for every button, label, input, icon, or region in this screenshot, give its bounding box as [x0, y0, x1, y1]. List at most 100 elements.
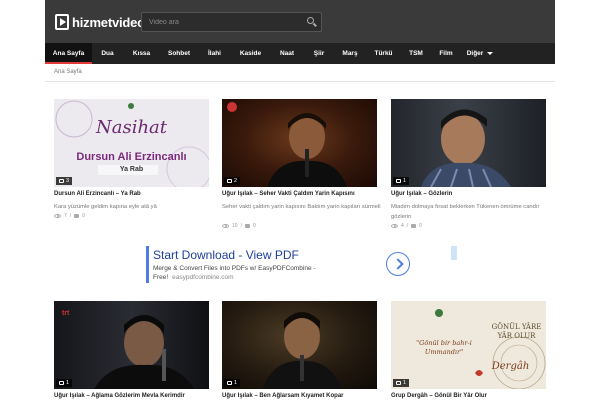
thumbnail-sub-text: Ya Rab — [119, 166, 144, 173]
video-card[interactable]: 1 Uğur Işılak – Gözlerin Miadım dolmaya … — [391, 99, 546, 234]
nav-label: Diğer — [466, 50, 484, 57]
nav-label: Film — [439, 50, 453, 57]
ad-url[interactable]: easypdfcombine.com — [172, 274, 233, 281]
thumbnail-script-text: Nasihat — [95, 117, 168, 138]
nav-item-kissa[interactable]: Kıssa — [123, 43, 160, 64]
nav-item-diger[interactable]: Diğer — [461, 43, 499, 64]
comment-count: 0 — [419, 223, 422, 229]
thumbnail-name-text: Dursun Ali Erzincanlı — [76, 151, 187, 163]
video-thumbnail[interactable]: 1 — [391, 99, 546, 187]
ad-choices-icon[interactable] — [451, 246, 457, 260]
nav-item-mars[interactable]: Marş — [334, 43, 366, 64]
nav-item-tsm[interactable]: TSM — [401, 43, 431, 64]
badge-count: 1 — [66, 380, 70, 386]
video-count-badge: 1 — [224, 379, 241, 387]
thumbnail-artwork — [55, 100, 209, 187]
comment-icon — [244, 224, 250, 228]
comment-icon — [74, 214, 80, 218]
ad-description-2: Free! easypdfcombine.com — [153, 274, 234, 281]
video-icon — [396, 179, 401, 183]
video-stats: 7 / 0 — [54, 213, 85, 219]
video-icon — [59, 179, 64, 183]
nav-label: Kıssa — [132, 50, 151, 57]
divider: / — [406, 223, 409, 229]
video-icon — [59, 381, 64, 385]
video-card[interactable]: trt 1 Uğur Işılak – Ağlama Gözlerim Mevl… — [54, 301, 209, 400]
thumbnail-artwork — [227, 102, 347, 187]
video-count-badge: 1 — [393, 379, 410, 387]
video-card[interactable]: "Gönül bir bahr-i Ummandır" GÖNÜL YÂRE Y… — [391, 301, 546, 400]
nav-item-ana-sayfa[interactable]: Ana Sayfa — [45, 43, 92, 64]
nav-label: Şiir — [313, 50, 325, 57]
video-thumbnail[interactable]: 2 — [222, 99, 377, 187]
thumbnail-brand-text: Dergâh — [491, 361, 530, 372]
nav-label: Ana Sayfa — [52, 50, 85, 57]
video-card[interactable]: Nasihat Dursun Ali Erzincanlı Ya Rab 3 D… — [54, 99, 209, 224]
comment-count: 0 — [82, 213, 85, 219]
video-stats: 10 / 0 — [222, 223, 256, 229]
thumbnail-side-text: GÖNÜL YÂRE YÂR OLUR — [491, 323, 542, 340]
ad-description: Merge & Convert Files into PDFs w/ EasyP… — [153, 265, 316, 272]
comment-icon — [411, 224, 417, 228]
nav-label: Türkü — [374, 50, 393, 57]
video-icon — [227, 381, 232, 385]
breadcrumb[interactable]: Ana Sayfa — [54, 69, 82, 75]
nav-item-film[interactable]: Film — [431, 43, 461, 64]
video-thumbnail[interactable]: trt 1 — [54, 301, 209, 389]
eye-icon — [54, 214, 61, 218]
video-count-badge: 1 — [393, 177, 410, 185]
badge-count: 2 — [234, 178, 238, 184]
nav-item-turku[interactable]: Türkü — [366, 43, 401, 64]
video-title[interactable]: Dursun Ali Erzincanlı – Ya Rab — [54, 191, 214, 197]
view-count: 10 — [232, 223, 238, 229]
video-title[interactable]: Uğur Işılak – Ağlama Gözlerim Mevla Keri… — [54, 393, 214, 399]
search-input[interactable] — [142, 13, 302, 31]
video-title[interactable]: Uğur Işılak – Ben Ağlarsam Kıyamet Kopar — [222, 393, 382, 399]
nav-label: Dua — [101, 50, 114, 57]
chevron-right-icon[interactable] — [386, 252, 410, 276]
nav-label: TSM — [409, 50, 423, 57]
video-title[interactable]: Grup Dergâh – Gönül Bir Yâr Olur — [391, 393, 551, 399]
badge-count: 1 — [234, 380, 238, 386]
nav-item-naat[interactable]: Naat — [270, 43, 304, 64]
site-logo[interactable]: hizmetvideo — [55, 13, 145, 31]
search-icon[interactable] — [306, 16, 318, 28]
video-count-badge: 1 — [56, 379, 73, 387]
ad-description-free: Free! — [153, 274, 169, 281]
nav-item-sohbet[interactable]: Sohbet — [160, 43, 198, 64]
video-count-badge: 3 — [56, 177, 73, 185]
comment-count: 0 — [252, 223, 256, 229]
nav-item-ilahi[interactable]: İlahi — [198, 43, 231, 64]
eye-icon — [222, 224, 229, 228]
badge-count: 1 — [403, 380, 407, 386]
thumbnail-artwork: trt — [62, 310, 194, 389]
badge-count: 3 — [66, 178, 70, 184]
nav-label: Kaside — [239, 50, 262, 57]
video-thumbnail[interactable]: "Gönül bir bahr-i Ummandır" GÖNÜL YÂRE Y… — [391, 301, 546, 389]
video-count-badge: 2 — [224, 177, 241, 185]
thumbnail-artwork — [421, 109, 511, 187]
thumbnail-artwork — [262, 312, 342, 389]
svg-text:trt: trt — [62, 310, 70, 317]
video-excerpt: Miadım dolmaya fırsat beklerken Tükenen … — [391, 204, 540, 220]
video-title[interactable]: Uğur Işılak – Seher Vakti Çaldım Yarin K… — [222, 191, 382, 197]
video-card[interactable]: 1 Uğur Işılak – Ben Ağlarsam Kıyamet Kop… — [222, 301, 377, 400]
ad-title[interactable]: Start Download - View PDF — [153, 248, 299, 262]
divider: / — [240, 223, 242, 229]
nav-label: Sohbet — [167, 50, 191, 57]
badge-count: 1 — [403, 178, 407, 184]
nav-item-kaside[interactable]: Kaside — [231, 43, 270, 64]
video-thumbnail[interactable]: 1 — [222, 301, 377, 389]
video-thumbnail[interactable]: Nasihat Dursun Ali Erzincanlı Ya Rab 3 — [54, 99, 209, 187]
nav-item-dua[interactable]: Dua — [92, 43, 123, 64]
video-card[interactable]: 2 Uğur Işılak – Seher Vakti Çaldım Yarin… — [222, 99, 381, 234]
ad-banner[interactable]: Start Download - View PDF Merge & Conver… — [146, 246, 457, 283]
play-logo-icon — [55, 14, 69, 30]
breadcrumb-bar: Ana Sayfa — [45, 64, 555, 82]
nav-label: İlahi — [207, 50, 221, 57]
site-header: hizmetvideo — [45, 0, 555, 43]
search-box — [141, 12, 322, 32]
video-title[interactable]: Uğur Işılak – Gözlerin — [391, 191, 551, 197]
nav-label: Marş — [342, 50, 358, 57]
nav-item-siir[interactable]: Şiir — [304, 43, 334, 64]
